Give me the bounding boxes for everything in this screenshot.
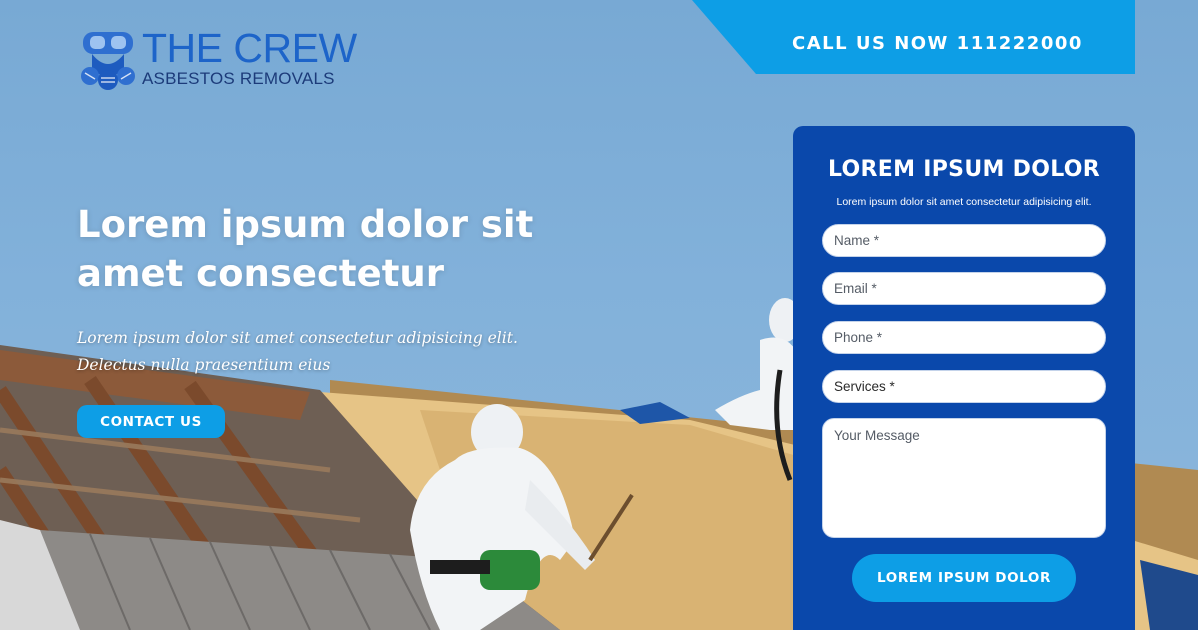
brand-logo[interactable]: THE CREW ASBESTOS REMOVALS [80, 28, 357, 92]
call-phone-text[interactable]: CALL US NOW 111222000 [792, 33, 1083, 54]
name-input[interactable] [822, 224, 1106, 257]
brand-title: THE CREW [142, 25, 357, 71]
form-description: Lorem ipsum dolor sit amet consectetur a… [836, 196, 1092, 208]
hero-title: Lorem ipsum dolor sit amet consectetur [77, 203, 534, 295]
quote-form-panel: LOREM IPSUM DOLOR Lorem ipsum dolor sit … [793, 126, 1135, 630]
submit-button[interactable]: LOREM IPSUM DOLOR [852, 554, 1076, 602]
email-input[interactable] [822, 272, 1106, 305]
services-select[interactable]: Services * [822, 370, 1106, 403]
phone-input[interactable] [822, 321, 1106, 354]
call-banner[interactable]: CALL US NOW 111222000 [692, 0, 1135, 74]
services-select-value: Services * [834, 379, 895, 394]
brand-subtitle: ASBESTOS REMOVALS [142, 69, 335, 88]
hero-subtitle: Lorem ipsum dolor sit amet consectetur a… [77, 329, 518, 374]
message-textarea[interactable] [822, 418, 1106, 538]
gas-mask-icon [81, 32, 135, 90]
contact-us-button[interactable]: CONTACT US [77, 405, 225, 438]
form-title: LOREM IPSUM DOLOR [828, 157, 1100, 182]
